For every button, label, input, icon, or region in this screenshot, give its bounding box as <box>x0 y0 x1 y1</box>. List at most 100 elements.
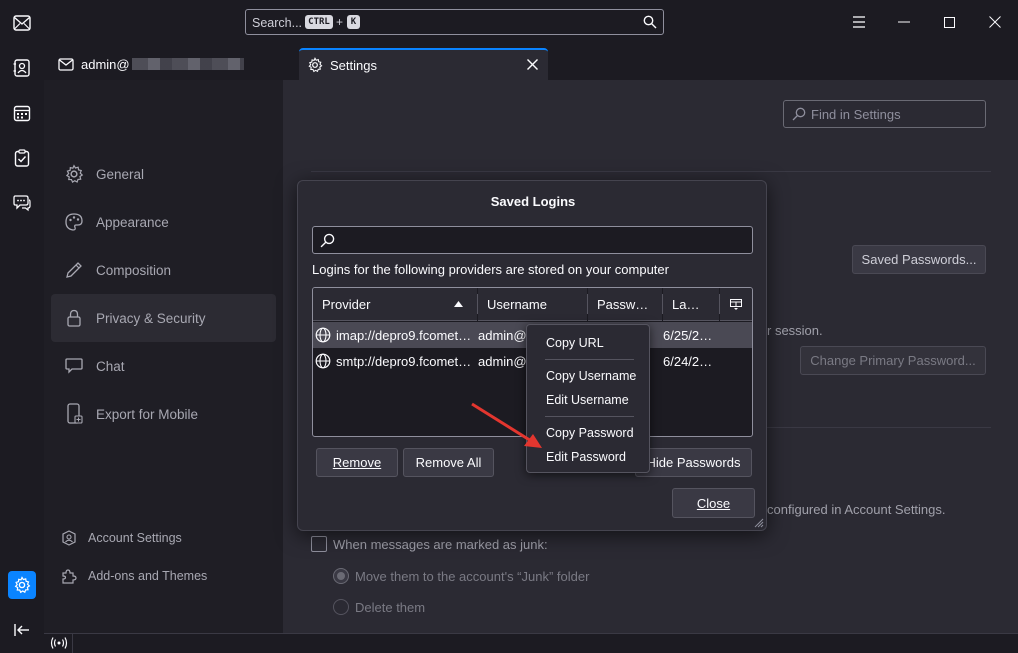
tab-settings[interactable]: Settings <box>299 48 548 80</box>
puzzle-icon <box>60 568 78 584</box>
saved-passwords-button[interactable]: Saved Passwords... <box>852 245 986 274</box>
online-status-icon[interactable] <box>50 636 68 650</box>
column-last-used[interactable]: La… <box>663 288 719 321</box>
column-label: La… <box>672 296 700 312</box>
column-username[interactable]: Username <box>478 288 587 321</box>
session-text: r session. <box>767 323 823 338</box>
global-search-input[interactable]: Search... CTRL + K <box>245 9 664 35</box>
menu-copy-password[interactable]: Copy Password <box>546 426 634 440</box>
junk-radio-delete[interactable] <box>333 599 349 615</box>
column-password[interactable]: Passw… <box>588 288 662 321</box>
category-export-mobile[interactable]: Export for Mobile <box>51 390 276 438</box>
account-icon <box>60 530 78 546</box>
annotation-arrow-icon <box>460 398 550 453</box>
chat-icon[interactable] <box>8 189 36 217</box>
tasks-icon[interactable] <box>8 144 36 172</box>
category-label: Appearance <box>96 214 169 230</box>
hide-passwords-label: Hide Passwords <box>646 455 741 470</box>
mail-icon <box>58 57 74 71</box>
dialog-info-text: Logins for the following providers are s… <box>312 262 669 277</box>
search-placeholder: Search... <box>252 16 303 30</box>
category-label: General <box>96 166 145 182</box>
calendar-icon[interactable] <box>8 99 36 127</box>
close-window-icon[interactable] <box>980 8 1010 36</box>
category-label: Export for Mobile <box>96 406 199 422</box>
chat-icon <box>62 354 86 378</box>
search-icon <box>792 107 806 121</box>
mail-icon[interactable] <box>8 9 36 37</box>
dialog-title: Saved Logins <box>490 194 576 209</box>
category-composition[interactable]: Composition <box>51 246 276 294</box>
category-privacy-security[interactable]: Privacy & Security <box>51 294 276 342</box>
last-used-cell: 6/25/2… <box>663 328 713 343</box>
link-account-settings[interactable]: Account Settings <box>60 524 260 552</box>
column-provider[interactable]: Provider <box>313 288 477 321</box>
close-tab-icon[interactable] <box>527 59 538 70</box>
address-book-icon[interactable] <box>8 54 36 82</box>
menu-copy-url[interactable]: Copy URL <box>546 336 604 350</box>
pencil-icon <box>62 258 86 282</box>
status-bar <box>44 633 1018 653</box>
column-label: Username <box>487 296 547 312</box>
close-label: Close <box>696 495 731 511</box>
find-placeholder: Find in Settings <box>811 106 901 122</box>
minimize-icon[interactable] <box>889 8 919 36</box>
divider <box>767 427 991 428</box>
category-general[interactable]: General <box>51 150 276 198</box>
maximize-icon[interactable] <box>934 8 964 36</box>
remove-label: Remove <box>332 455 382 470</box>
tab-bar: admin@ Settings <box>44 44 1018 80</box>
category-appearance[interactable]: Appearance <box>51 198 276 246</box>
category-chat[interactable]: Chat <box>51 342 276 390</box>
logins-search-input[interactable] <box>312 226 753 254</box>
settings-category-pane: General Appearance Composition Privacy &… <box>44 80 283 633</box>
globe-icon <box>315 327 331 343</box>
sort-ascending-icon <box>454 301 463 307</box>
globe-icon <box>315 353 331 369</box>
remove-button[interactable]: Remove <box>316 448 398 477</box>
remove-all-label: Remove All <box>415 455 482 470</box>
column-picker-icon[interactable] <box>720 288 752 321</box>
collapse-toolbar-icon[interactable] <box>8 616 36 644</box>
menu-separator <box>545 359 634 360</box>
category-label: Composition <box>96 262 172 278</box>
search-icon[interactable] <box>643 15 657 29</box>
provider-cell: smtp://depro9.fcomet… <box>336 354 472 369</box>
app-menu-icon[interactable] <box>844 8 874 36</box>
gear-icon <box>307 57 323 73</box>
menu-edit-username[interactable]: Edit Username <box>546 393 629 407</box>
shortcut-key-k: K <box>347 15 360 29</box>
column-label: Provider <box>322 296 371 312</box>
junk-option-delete: Delete them <box>355 600 426 615</box>
junk-checkbox[interactable] <box>311 536 327 552</box>
hide-passwords-button[interactable]: Hide Passwords <box>635 448 752 477</box>
link-addons-themes[interactable]: Add-ons and Themes <box>60 562 260 590</box>
link-label: Add-ons and Themes <box>88 569 208 583</box>
menu-edit-password[interactable]: Edit Password <box>546 450 626 464</box>
change-primary-password-button[interactable]: Change Primary Password... <box>800 346 986 375</box>
provider-cell: imap://depro9.fcomet… <box>336 328 472 343</box>
mobile-icon <box>62 402 86 426</box>
palette-icon <box>62 210 86 234</box>
close-button[interactable]: Close <box>672 488 755 518</box>
account-settings-text: configured in Account Settings. <box>767 502 946 517</box>
tab-mail-label: admin@ <box>81 56 130 72</box>
tab-mail[interactable]: admin@ <box>52 48 298 80</box>
link-label: Account Settings <box>88 531 182 545</box>
junk-checkbox-label: When messages are marked as junk: <box>333 537 548 552</box>
lock-icon <box>62 306 86 330</box>
gear-icon <box>62 162 86 186</box>
shortcut-plus: + <box>336 15 344 29</box>
redacted-address <box>131 58 244 70</box>
category-label: Privacy & Security <box>96 310 206 326</box>
tab-settings-label: Settings <box>330 57 377 73</box>
junk-radio-move[interactable] <box>333 568 349 584</box>
find-in-settings-input[interactable]: Find in Settings <box>783 100 986 128</box>
menu-separator <box>545 416 634 417</box>
junk-option-move: Move them to the account's “Junk” folder <box>355 569 590 584</box>
settings-space-icon[interactable] <box>8 571 36 599</box>
spaces-toolbar <box>0 0 44 653</box>
divider <box>311 171 991 172</box>
menu-copy-username[interactable]: Copy Username <box>546 369 636 383</box>
resize-grip-icon[interactable] <box>752 516 764 528</box>
